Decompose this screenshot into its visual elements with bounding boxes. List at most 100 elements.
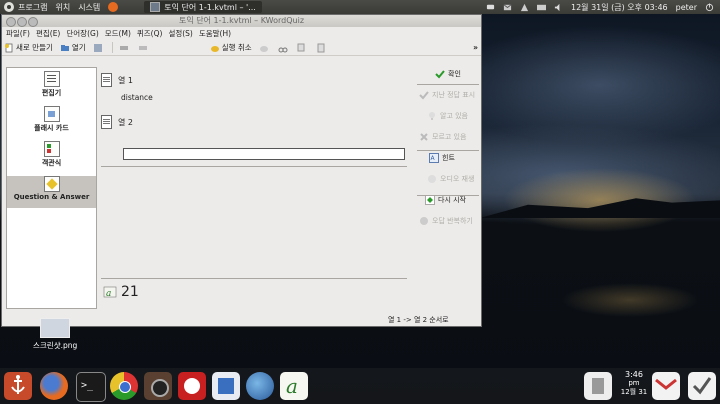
minimize-window-button[interactable] bbox=[17, 17, 27, 27]
paste-button[interactable] bbox=[316, 43, 328, 53]
menu-system[interactable]: 시스템 bbox=[78, 2, 100, 13]
open-button[interactable]: 열기 bbox=[60, 42, 86, 53]
menu-mode[interactable]: 모드(M) bbox=[105, 28, 131, 39]
power-icon[interactable] bbox=[705, 2, 714, 12]
mode-flashcard-label: 플래시 카드 bbox=[34, 124, 69, 132]
menu-file[interactable]: 파일(F) bbox=[6, 28, 30, 39]
mode-editor[interactable]: 편집기 bbox=[7, 71, 96, 103]
undo-icon bbox=[210, 45, 219, 52]
menu-settings[interactable]: 설정(S) bbox=[168, 28, 192, 39]
play-audio-button[interactable]: 오디오 재생 bbox=[415, 173, 479, 185]
terminal-icon[interactable]: >_ bbox=[76, 372, 106, 402]
trash-icon[interactable] bbox=[584, 372, 612, 400]
checkbox-app-icon[interactable] bbox=[688, 372, 716, 400]
menu-edit[interactable]: 편집(E) bbox=[36, 28, 60, 39]
taskbar-kwordquiz[interactable]: 토익 단어 1-1.kvtml – '... bbox=[144, 1, 262, 13]
new-button-label: 새로 만들기 bbox=[16, 43, 53, 52]
menu-applications[interactable]: 프로그램 bbox=[18, 2, 47, 13]
office-icon[interactable] bbox=[212, 372, 240, 400]
know-button[interactable]: 알고 있음 bbox=[415, 110, 479, 122]
cut-icon bbox=[278, 47, 288, 52]
svg-text:a: a bbox=[106, 289, 111, 299]
desktop-file-label: 스크린샷.png bbox=[33, 341, 78, 350]
speaker-icon[interactable] bbox=[144, 372, 172, 400]
copy-button[interactable] bbox=[297, 43, 309, 53]
dock-clock[interactable]: 3:46 pm 12월 31 bbox=[620, 370, 648, 400]
print-icon bbox=[119, 45, 128, 50]
status-text: 열 1 -> 열 2 순서로 bbox=[388, 316, 449, 324]
answer-input[interactable] bbox=[123, 148, 405, 160]
close-window-button[interactable] bbox=[6, 17, 16, 27]
menu-places[interactable]: 위치 bbox=[55, 2, 70, 13]
mode-sidebar: 편집기 플래시 카드 객관식 Question & Answer bbox=[6, 67, 97, 309]
play-audio-label: 오디오 재생 bbox=[440, 175, 475, 183]
toolbar-overflow-icon[interactable]: » bbox=[473, 43, 478, 52]
menu-help[interactable]: 도움말(H) bbox=[199, 28, 231, 39]
window-titlebar[interactable]: 토익 단어 1-1.kvtml – KWordQuiz bbox=[2, 15, 481, 27]
check-disabled-icon bbox=[419, 91, 429, 100]
kwordquiz-dock-icon[interactable]: a bbox=[280, 372, 308, 400]
dont-know-button[interactable]: 모르고 있음 bbox=[415, 131, 479, 143]
reveal-previous-button[interactable]: 지난 정답 표시 bbox=[415, 89, 479, 101]
ubuntu-logo-icon[interactable] bbox=[4, 2, 14, 12]
dont-know-icon bbox=[420, 133, 428, 141]
mode-multiple-choice[interactable]: 객관식 bbox=[7, 141, 96, 173]
dont-know-label: 모르고 있음 bbox=[432, 133, 467, 141]
volume-icon[interactable] bbox=[554, 3, 563, 12]
undo-button[interactable]: 실행 취소 bbox=[210, 42, 252, 53]
gmail-icon[interactable] bbox=[652, 372, 680, 400]
question-column-label: 열 1 bbox=[118, 75, 133, 85]
repeat-errors-button[interactable]: 오답 반복하기 bbox=[415, 215, 479, 227]
answer-column-icon bbox=[101, 115, 112, 129]
redo-button[interactable] bbox=[259, 43, 271, 53]
copy-icon bbox=[297, 43, 305, 51]
network-icon[interactable] bbox=[520, 3, 529, 12]
hint-label: 힌트 bbox=[442, 154, 455, 162]
firefox-icon[interactable] bbox=[40, 372, 68, 400]
restart-label: 다시 시작 bbox=[438, 196, 466, 204]
repeat-errors-label: 오답 반복하기 bbox=[432, 217, 473, 225]
remaining-counter: a 21 bbox=[103, 284, 139, 300]
hint-button[interactable]: A 힌트 bbox=[415, 152, 479, 164]
chat-icon[interactable] bbox=[486, 3, 495, 12]
multiple-choice-icon bbox=[43, 141, 60, 157]
action-panel: 확인 지난 정답 표시 알고 있음 모르고 있음 A 힌트 오디오 재생 다시 … bbox=[415, 67, 479, 236]
answer-divider bbox=[101, 166, 407, 167]
taskbar-title: 토익 단어 1-1.kvtml – '... bbox=[164, 2, 256, 12]
save-button[interactable] bbox=[93, 43, 105, 53]
panel-username[interactable]: peter bbox=[676, 3, 697, 12]
hint-icon: A bbox=[429, 153, 439, 163]
remaining-count: 21 bbox=[121, 284, 139, 300]
reveal-previous-label: 지난 정답 표시 bbox=[432, 91, 476, 99]
menu-vocabulary[interactable]: 단어장(G) bbox=[66, 28, 98, 39]
mail-icon[interactable] bbox=[503, 3, 512, 12]
restart-icon bbox=[425, 195, 435, 205]
keyboard-icon[interactable] bbox=[537, 3, 546, 12]
mode-multiple-choice-label: 객관식 bbox=[41, 159, 62, 167]
mode-question-answer[interactable]: Question & Answer bbox=[7, 176, 96, 208]
print-button[interactable] bbox=[119, 43, 131, 53]
maximize-window-button[interactable] bbox=[28, 17, 38, 27]
new-document-icon bbox=[5, 43, 13, 52]
redhat-icon[interactable] bbox=[178, 372, 206, 400]
new-button[interactable]: 새로 만들기 bbox=[4, 42, 53, 53]
check-button-label: 확인 bbox=[448, 70, 461, 78]
mode-question-answer-label: Question & Answer bbox=[13, 193, 90, 201]
firefox-launcher-icon[interactable] bbox=[108, 2, 119, 12]
menu-quiz[interactable]: 퀴즈(Q) bbox=[137, 28, 163, 39]
cut-button[interactable] bbox=[278, 43, 290, 53]
desktop-file-screenshot[interactable]: 스크린샷.png bbox=[33, 318, 77, 351]
dock-clock-date: 12월 31 bbox=[620, 388, 648, 396]
toolbar: 새로 만들기 열기 실행 취소 » bbox=[2, 40, 481, 56]
chrome-icon[interactable] bbox=[110, 372, 138, 400]
panel-clock[interactable]: 12월 31일 (금) 오후 03:46 bbox=[571, 2, 668, 13]
anchor-icon[interactable] bbox=[4, 372, 32, 400]
count-divider bbox=[101, 278, 407, 279]
wallpaper-mountain bbox=[480, 198, 720, 218]
mode-flashcard[interactable]: 플래시 카드 bbox=[7, 106, 96, 138]
print-preview-button[interactable] bbox=[138, 43, 150, 53]
undo-button-label: 실행 취소 bbox=[221, 43, 252, 52]
check-button[interactable]: 확인 bbox=[415, 68, 479, 80]
planet-icon[interactable] bbox=[246, 372, 274, 400]
question-answer-icon bbox=[43, 176, 60, 192]
